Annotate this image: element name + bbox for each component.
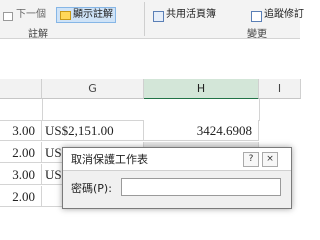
column-header-h[interactable]: H bbox=[144, 79, 259, 100]
close-icon[interactable]: × bbox=[262, 152, 278, 167]
track-changes-button[interactable]: 追蹤修訂 bbox=[250, 8, 304, 22]
cell[interactable] bbox=[42, 99, 145, 121]
cell-f1[interactable]: 3.00 bbox=[0, 120, 42, 141]
next-comment-label: 下一個 bbox=[16, 9, 46, 20]
show-comments-label: 顯示註解 bbox=[73, 9, 113, 20]
password-input[interactable] bbox=[121, 178, 281, 196]
track-changes-icon bbox=[250, 10, 262, 22]
share-workbook-button[interactable]: 共用活頁簿 bbox=[152, 8, 216, 22]
unprotect-sheet-dialog: 取消保護工作表 ? × 密碼(P): bbox=[62, 147, 292, 209]
help-icon[interactable]: ? bbox=[243, 152, 259, 167]
next-comment-button[interactable]: 下一個 bbox=[2, 8, 46, 22]
formula-area-gap bbox=[0, 39, 300, 79]
next-comment-icon bbox=[2, 10, 13, 21]
share-workbook-label: 共用活頁簿 bbox=[166, 9, 216, 20]
cell-f3[interactable]: 3.00 bbox=[0, 164, 42, 185]
show-comments-button[interactable]: 顯示註解 bbox=[56, 7, 116, 23]
ribbon-separator bbox=[144, 2, 145, 36]
comments-icon bbox=[59, 10, 71, 21]
track-changes-label: 追蹤修訂 bbox=[264, 9, 304, 20]
ribbon: 下一個 顯示註解 註解 共用活頁簿 追蹤修訂 變更 bbox=[0, 0, 304, 40]
password-label: 密碼(P): bbox=[71, 182, 112, 195]
share-workbook-icon bbox=[152, 10, 164, 22]
column-header-g[interactable]: G bbox=[42, 79, 144, 99]
comments-group-label: 註解 bbox=[28, 29, 48, 40]
cell-f2[interactable]: 2.00 bbox=[0, 142, 42, 163]
cell-f4[interactable]: 2.00 bbox=[0, 186, 42, 207]
cell-g1[interactable]: US$2,151.00 bbox=[42, 120, 144, 141]
changes-group-label: 變更 bbox=[247, 29, 267, 40]
column-header-f[interactable] bbox=[0, 79, 42, 99]
cell[interactable] bbox=[144, 99, 260, 121]
column-header-i[interactable]: I bbox=[259, 79, 301, 99]
dialog-title: 取消保護工作表 bbox=[71, 153, 148, 166]
dialog-title-bar: 取消保護工作表 ? × bbox=[63, 148, 291, 171]
cell[interactable] bbox=[0, 99, 43, 121]
cell-h1[interactable]: 3424.6908 bbox=[144, 120, 259, 141]
